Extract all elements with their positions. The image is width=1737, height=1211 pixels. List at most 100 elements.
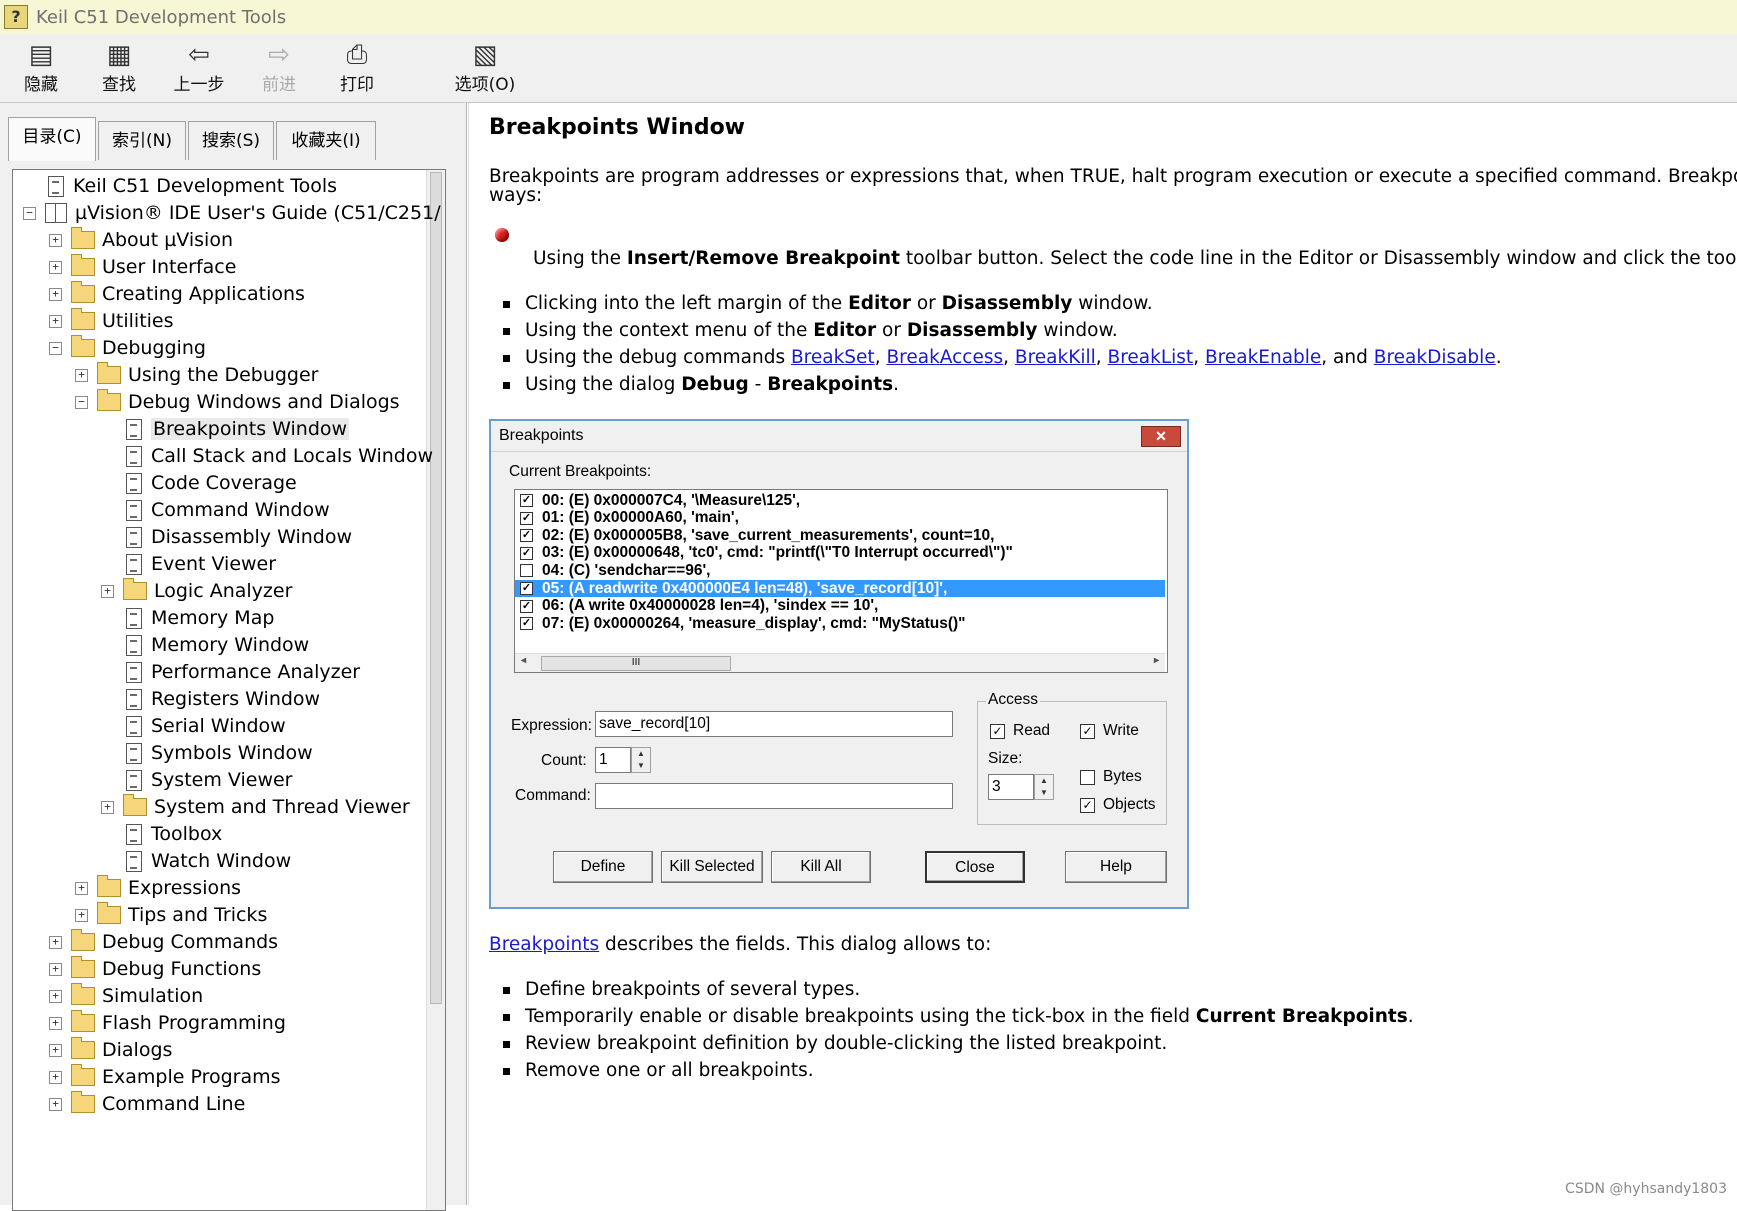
breakpoint-enable-checkbox[interactable]: ✓: [520, 599, 533, 613]
expand-icon[interactable]: +: [49, 314, 62, 328]
expand-icon[interactable]: +: [49, 1070, 62, 1084]
breakpoint-enable-checkbox[interactable]: ✓: [520, 582, 533, 595]
tree-item[interactable]: Command Window: [101, 496, 330, 524]
expand-icon[interactable]: +: [75, 908, 88, 922]
expand-icon[interactable]: +: [75, 881, 88, 895]
tree-item[interactable]: Watch Window: [101, 847, 291, 875]
breakpoint-row[interactable]: ✓ 00: (E) 0x000007C4, '\Measure\125',: [515, 492, 1165, 509]
expand-icon[interactable]: +: [49, 233, 62, 247]
tree-item[interactable]: + Using the Debugger: [75, 361, 319, 389]
collapse-icon[interactable]: −: [49, 341, 62, 355]
count-spinner[interactable]: ▲ ▼: [631, 747, 651, 773]
tree-item[interactable]: + User Interface: [49, 253, 236, 281]
define-button[interactable]: Define: [553, 851, 653, 883]
print-button[interactable]: ⎙ 打印: [322, 38, 392, 98]
tab-index[interactable]: 索引(N): [98, 121, 186, 160]
tree-scroll-thumb[interactable]: [430, 172, 442, 1004]
breakpoint-row[interactable]: ✓ 02: (E) 0x000005B8, 'save_current_measu…: [515, 527, 1165, 544]
breakpoint-enable-checkbox[interactable]: ✓: [520, 511, 533, 525]
link-breakdisable[interactable]: BreakDisable: [1374, 347, 1496, 368]
expand-icon[interactable]: +: [49, 1043, 62, 1057]
forward-button[interactable]: ⇨ 前进: [244, 38, 314, 98]
expand-icon[interactable]: +: [49, 962, 62, 976]
tree-item[interactable]: − Debug Windows and Dialogs: [75, 388, 400, 416]
tree-item[interactable]: Code Coverage: [101, 469, 297, 497]
tree-item[interactable]: Memory Map: [101, 604, 274, 632]
list-horizontal-scrollbar[interactable]: ◂ III ▸: [515, 653, 1165, 672]
help-button[interactable]: Help: [1065, 851, 1167, 883]
tree-item[interactable]: + Expressions: [75, 874, 241, 902]
breakpoint-enable-checkbox[interactable]: ✓: [520, 546, 533, 560]
tab-search[interactable]: 搜索(S): [188, 121, 274, 160]
tree-item[interactable]: + Debug Functions: [49, 955, 261, 983]
breakpoint-row[interactable]: 04: (C) 'sendchar==96',: [515, 562, 1165, 579]
breakpoint-enable-checkbox[interactable]: [520, 564, 533, 578]
expand-icon[interactable]: +: [49, 935, 62, 949]
write-checkbox[interactable]: ✓ Write: [1080, 722, 1139, 740]
tab-contents[interactable]: 目录(C): [8, 117, 96, 161]
tab-favorites[interactable]: 收藏夹(I): [276, 121, 376, 160]
link-breakpoints[interactable]: Breakpoints: [489, 934, 599, 955]
objects-checkbox[interactable]: ✓ Objects: [1080, 796, 1156, 814]
tree-item[interactable]: + Tips and Tricks: [75, 901, 267, 929]
tree-item[interactable]: + Creating Applications: [49, 280, 305, 308]
tree-item[interactable]: − Debugging: [49, 334, 206, 362]
link-breaklist[interactable]: BreakList: [1108, 347, 1194, 368]
tree-item[interactable]: + Debug Commands: [49, 928, 278, 956]
expand-icon[interactable]: +: [49, 989, 62, 1003]
tree-item[interactable]: System Viewer: [101, 766, 292, 794]
breakpoint-row[interactable]: ✓ 05: (A readwrite 0x400000E4 len=48), 's…: [515, 580, 1165, 597]
expand-icon[interactable]: +: [101, 584, 114, 598]
tree-item[interactable]: Performance Analyzer: [101, 658, 360, 686]
size-field[interactable]: 3: [988, 774, 1034, 800]
tree-item[interactable]: + Command Line: [49, 1090, 245, 1118]
collapse-icon[interactable]: −: [75, 395, 88, 409]
close-button[interactable]: Close: [925, 851, 1025, 883]
collapse-icon[interactable]: −: [23, 206, 36, 220]
tree-item[interactable]: Event Viewer: [101, 550, 276, 578]
tree-item[interactable]: Memory Window: [101, 631, 309, 659]
tree-item[interactable]: − µVision® IDE User's Guide (C51/C251/: [23, 199, 441, 227]
tree-item[interactable]: + Flash Programming: [49, 1009, 286, 1037]
kill-all-button[interactable]: Kill All: [771, 851, 871, 883]
breakpoint-row[interactable]: ✓ 01: (E) 0x00000A60, 'main',: [515, 509, 1165, 527]
tree-item[interactable]: + System and Thread Viewer: [101, 793, 410, 821]
tree-item[interactable]: + Dialogs: [49, 1036, 172, 1064]
link-breakenable[interactable]: BreakEnable: [1205, 347, 1321, 368]
tree-item[interactable]: Breakpoints Window: [101, 415, 350, 443]
command-field[interactable]: [595, 783, 953, 809]
expression-field[interactable]: save_record[10]: [595, 711, 953, 737]
scroll-left-icon[interactable]: ◂: [521, 655, 526, 666]
bytes-checkbox[interactable]: Bytes: [1080, 768, 1142, 786]
kill-selected-button[interactable]: Kill Selected: [661, 851, 763, 883]
breakpoint-row[interactable]: ✓ 07: (E) 0x00000264, 'measure_display', …: [515, 615, 1165, 632]
link-breakkill[interactable]: BreakKill: [1015, 347, 1096, 368]
breakpoint-enable-checkbox[interactable]: ✓: [520, 617, 533, 631]
tree-item[interactable]: + Simulation: [49, 982, 203, 1010]
expand-icon[interactable]: +: [75, 368, 88, 382]
tree-item[interactable]: Disassembly Window: [101, 523, 352, 551]
scroll-right-icon[interactable]: ▸: [1154, 655, 1159, 666]
breakpoint-row[interactable]: ✓ 03: (E) 0x00000648, 'tc0', cmd: "printf…: [515, 544, 1165, 562]
link-breakaccess[interactable]: BreakAccess: [886, 347, 1003, 368]
list-scroll-thumb[interactable]: III: [541, 656, 731, 671]
tree-item[interactable]: Toolbox: [101, 820, 222, 848]
breakpoint-enable-checkbox[interactable]: ✓: [520, 529, 533, 543]
expand-icon[interactable]: +: [101, 800, 114, 814]
tree-item[interactable]: Symbols Window: [101, 739, 313, 767]
close-icon[interactable]: ✕: [1141, 426, 1181, 447]
tree-item[interactable]: + Utilities: [49, 307, 174, 335]
size-spinner[interactable]: ▲ ▼: [1034, 774, 1054, 800]
expand-icon[interactable]: +: [49, 1016, 62, 1030]
expand-icon[interactable]: +: [49, 1097, 62, 1111]
breakpoint-enable-checkbox[interactable]: ✓: [520, 494, 533, 507]
read-checkbox[interactable]: ✓ Read: [990, 722, 1050, 740]
options-button[interactable]: ▧ 选项(O): [450, 38, 520, 98]
link-breakset[interactable]: BreakSet: [791, 347, 875, 368]
contents-tree[interactable]: Keil C51 Development Tools − µVision® IDE …: [12, 169, 446, 1211]
back-button[interactable]: ⇦ 上一步: [164, 38, 234, 98]
breakpoints-list[interactable]: ◂ III ▸ ✓ 00: (E) 0x000007C4, '\Measure\1…: [514, 489, 1168, 673]
tree-item[interactable]: + Logic Analyzer: [101, 577, 292, 605]
tree-item[interactable]: Call Stack and Locals Window: [101, 442, 433, 470]
tree-item[interactable]: Serial Window: [101, 712, 286, 740]
